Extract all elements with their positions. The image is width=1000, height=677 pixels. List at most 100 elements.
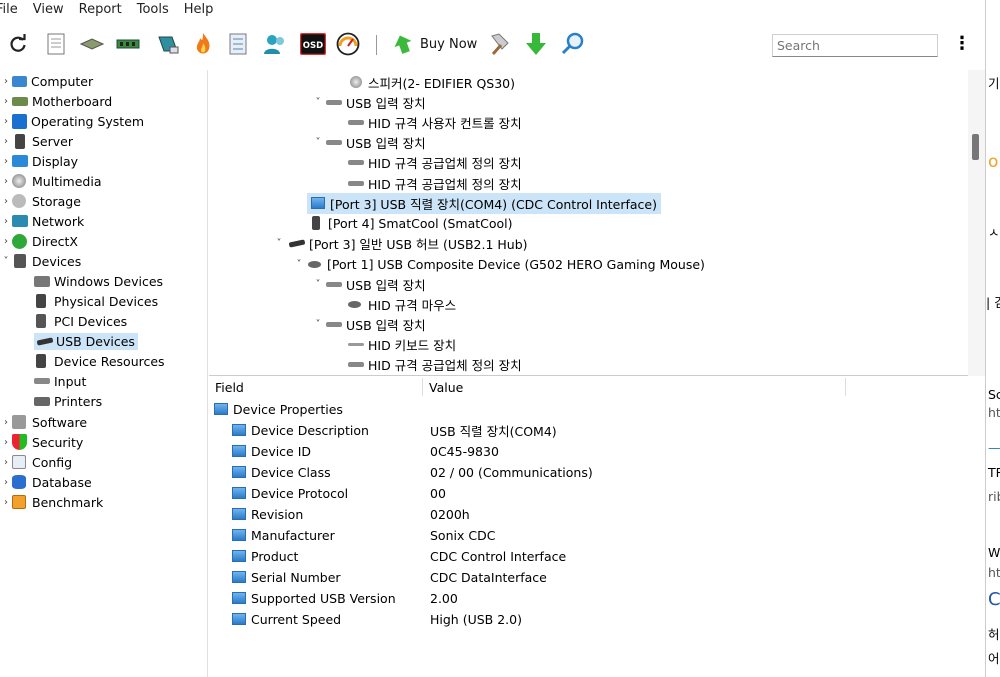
column-header-value[interactable]: Value: [429, 376, 463, 398]
property-field: Serial Number: [251, 569, 341, 585]
chevron-right-icon[interactable]: ›: [0, 176, 12, 187]
property-row[interactable]: Current Speed: [232, 609, 341, 629]
tree-item-device-resources[interactable]: Device Resources: [34, 351, 165, 371]
tools-icon[interactable]: [488, 32, 512, 56]
sliver-text: rib: [988, 489, 1000, 504]
property-row[interactable]: Manufacturer: [232, 525, 335, 545]
usb-tree-row[interactable]: HID 규격 사용자 컨트롤 장치: [348, 112, 522, 132]
vertical-scrollbar[interactable]: [968, 70, 985, 376]
usb-tree-row[interactable]: HID 키보드 장치: [348, 334, 456, 354]
flame-icon[interactable]: [191, 32, 215, 56]
usb-tree-row[interactable]: ˅ [Port 1] USB Composite Device (G502 HE…: [293, 254, 705, 274]
gauge-icon[interactable]: [336, 32, 360, 56]
property-row[interactable]: Serial Number: [232, 567, 341, 587]
tree-item-directx[interactable]: › DirectX: [0, 231, 78, 251]
chevron-right-icon[interactable]: ›: [0, 417, 12, 428]
scrollbar-thumb[interactable]: [972, 134, 979, 160]
chevron-right-icon[interactable]: ›: [0, 457, 12, 468]
users-icon[interactable]: [263, 32, 287, 56]
usb-tree-row[interactable]: HID 규격 공급업체 정의 장치: [348, 354, 522, 374]
chevron-down-icon[interactable]: ˅: [293, 259, 305, 270]
chevron-down-icon[interactable]: ˅: [312, 279, 324, 290]
tree-item-storage[interactable]: › Storage: [0, 191, 81, 211]
tree-item-server[interactable]: › Server: [0, 131, 73, 151]
motherboard-icon[interactable]: [80, 32, 104, 56]
tree-item-input[interactable]: Input: [34, 371, 86, 391]
search-input[interactable]: [772, 34, 938, 57]
chevron-right-icon[interactable]: ›: [0, 236, 12, 247]
tree-item-benchmark[interactable]: › Benchmark: [0, 492, 103, 512]
tree-item-devices[interactable]: ˅ Devices: [0, 251, 82, 271]
property-row[interactable]: Device Protocol: [232, 483, 348, 503]
chevron-down-icon[interactable]: ˅: [273, 238, 285, 249]
property-row[interactable]: Device Class: [232, 462, 331, 482]
memory-icon[interactable]: [116, 32, 140, 56]
tree-item-motherboard[interactable]: › Motherboard: [0, 91, 112, 111]
chevron-right-icon[interactable]: ›: [0, 116, 12, 127]
column-divider[interactable]: [845, 378, 846, 396]
chevron-down-icon[interactable]: ˅: [0, 256, 12, 267]
chevron-right-icon[interactable]: ›: [0, 76, 12, 87]
osd-icon[interactable]: OSD: [300, 32, 326, 56]
chevron-down-icon[interactable]: ˅: [312, 137, 324, 148]
usb-tree-row[interactable]: 스피커(2- EDIFIER QS30): [350, 72, 515, 92]
buy-now-star-icon[interactable]: [391, 32, 415, 56]
tree-item-display[interactable]: › Display: [0, 151, 78, 171]
tree-item-windows-devices[interactable]: Windows Devices: [34, 271, 163, 291]
property-row[interactable]: Revision: [232, 504, 303, 524]
usb-tree-row[interactable]: HID 규격 공급업체 정의 장치: [348, 152, 522, 172]
usb-tree-row[interactable]: ˅ USB 입력 장치: [312, 314, 426, 334]
property-icon: [232, 550, 246, 562]
search-tool-icon[interactable]: [561, 32, 585, 56]
chevron-down-icon[interactable]: ˅: [312, 319, 324, 330]
menu-help[interactable]: Help: [184, 2, 214, 17]
tree-item-security[interactable]: › Security: [0, 432, 83, 452]
usb-tree-row[interactable]: ˅ USB 입력 장치: [312, 274, 426, 294]
property-row[interactable]: Product: [232, 546, 298, 566]
usb-tree-row[interactable]: ˅ USB 입력 장치: [312, 92, 426, 112]
download-arrow-icon[interactable]: [524, 32, 548, 56]
tree-item-network[interactable]: › Network: [0, 211, 84, 231]
tree-item-printers[interactable]: Printers: [34, 391, 102, 411]
chevron-right-icon[interactable]: ›: [0, 216, 12, 227]
usb-tree-row[interactable]: [Port 4] SmatCool (SmatCool): [312, 213, 513, 233]
property-row[interactable]: Device ID: [232, 441, 311, 461]
chevron-down-icon[interactable]: ˅: [312, 97, 324, 108]
column-header-field[interactable]: Field: [215, 376, 244, 398]
tree-item-software[interactable]: › Software: [0, 412, 87, 432]
tree-item-database[interactable]: › Database: [0, 472, 92, 492]
menu-file[interactable]: File: [0, 2, 18, 17]
report-icon[interactable]: [44, 32, 68, 56]
chevron-right-icon[interactable]: ›: [0, 156, 12, 167]
usb-tree-row[interactable]: ˅ USB 입력 장치: [312, 132, 426, 152]
refresh-icon[interactable]: [6, 32, 30, 56]
network-tree-icon[interactable]: [227, 32, 251, 56]
menu-view[interactable]: View: [33, 2, 64, 17]
chevron-right-icon[interactable]: ›: [0, 196, 12, 207]
usb-tree-row-selected[interactable]: [Port 3] USB 직렬 장치(COM4) (CDC Control In…: [307, 192, 661, 214]
tree-item-config[interactable]: › Config: [0, 452, 72, 472]
usb-tree-row[interactable]: ˅ [Port 3] 일반 USB 허브 (USB2.1 Hub): [273, 233, 528, 253]
buy-now-button[interactable]: Buy Now: [420, 37, 477, 52]
usb-tree-row[interactable]: HID 규격 공급업체 정의 장치: [348, 173, 522, 193]
chevron-right-icon[interactable]: ›: [0, 437, 12, 448]
tree-item-multimedia[interactable]: › Multimedia: [0, 171, 102, 191]
chevron-right-icon[interactable]: ›: [0, 497, 12, 508]
tree-item-operating-system[interactable]: › Operating System: [0, 111, 144, 131]
network-card-icon[interactable]: [156, 32, 180, 56]
property-row[interactable]: Device Description: [232, 420, 369, 440]
group-device-properties[interactable]: Device Properties: [214, 399, 343, 419]
chevron-right-icon[interactable]: ›: [0, 136, 12, 147]
tree-item-physical-devices[interactable]: Physical Devices: [34, 291, 158, 311]
column-divider[interactable]: [422, 378, 423, 396]
tree-item-pci-devices[interactable]: PCI Devices: [34, 311, 127, 331]
usb-tree-row[interactable]: HID 규격 마우스: [348, 294, 456, 314]
menu-tools[interactable]: Tools: [137, 2, 169, 17]
chevron-right-icon[interactable]: ›: [0, 96, 12, 107]
tree-item-usb-devices[interactable]: USB Devices: [34, 331, 138, 351]
property-row[interactable]: Supported USB Version: [232, 588, 396, 608]
chevron-right-icon[interactable]: ›: [0, 477, 12, 488]
menu-report[interactable]: Report: [79, 2, 122, 17]
more-options-icon[interactable]: ⋮: [953, 34, 971, 56]
tree-item-computer[interactable]: › Computer: [0, 71, 93, 91]
